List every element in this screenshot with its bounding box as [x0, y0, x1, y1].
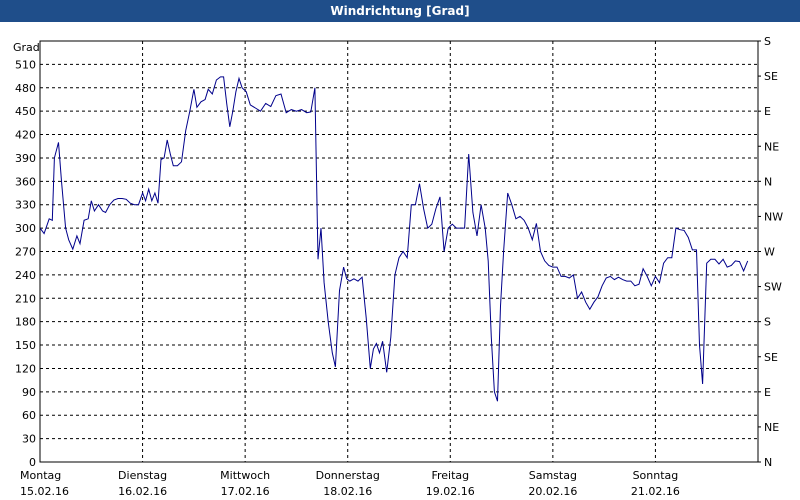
y-tick-label: 480 [15, 82, 36, 95]
right-tick-label: NW [764, 210, 783, 223]
x-date-label: 20.02.16 [528, 485, 577, 498]
right-tick-label: S [764, 35, 771, 48]
y-tick-label: 240 [15, 269, 36, 282]
x-date-label: 18.02.16 [323, 485, 372, 498]
y-tick-label: 390 [15, 152, 36, 165]
y-tick-label: 210 [15, 292, 36, 305]
right-tick-label: N [764, 175, 772, 188]
y-tick-label: 330 [15, 199, 36, 212]
x-date-label: 17.02.16 [221, 485, 270, 498]
y-tick-label: 300 [15, 222, 36, 235]
right-tick-label: NE [764, 421, 779, 434]
x-date-label: 19.02.16 [426, 485, 475, 498]
y-tick-label: 120 [15, 362, 36, 375]
x-day-label: Freitag [431, 469, 469, 482]
x-day-label: Sonntag [633, 469, 679, 482]
right-tick-label: SE [764, 70, 778, 83]
y-tick-label: 270 [15, 246, 36, 259]
right-tick-label: NE [764, 140, 779, 153]
right-tick-label: E [764, 386, 771, 399]
x-day-label: Samstag [529, 469, 577, 482]
y-tick-label: 60 [22, 409, 36, 422]
y-tick-label: 30 [22, 433, 36, 446]
x-date-label: 21.02.16 [631, 485, 680, 498]
x-date-label: 16.02.16 [118, 485, 167, 498]
x-day-label: Dienstag [118, 469, 167, 482]
right-tick-label: N [764, 456, 772, 469]
right-tick-label: SE [764, 351, 778, 364]
x-day-label: Mittwoch [220, 469, 270, 482]
right-tick-label: E [764, 105, 771, 118]
y-tick-label: 420 [15, 129, 36, 142]
right-tick-label: S [764, 316, 771, 329]
y-tick-label: 180 [15, 316, 36, 329]
right-tick-label: SW [764, 281, 782, 294]
right-tick-label: W [764, 246, 775, 259]
y-tick-label: 150 [15, 339, 36, 352]
y-tick-label: 90 [22, 386, 36, 399]
chart: Grad 0 30 60 90 120 150 180 210 240 270 300 330 360 3… [13, 35, 783, 498]
x-day-label: Montag [20, 469, 61, 482]
plot-frame [39, 40, 759, 463]
x-day-label: Donnerstag [316, 469, 380, 482]
series-line-wind-direction [39, 76, 749, 402]
y-tick-label: 450 [15, 105, 36, 118]
y-tick-label: 510 [15, 58, 36, 71]
x-date-label: 15.02.16 [20, 485, 69, 498]
y-tick-label: 360 [15, 175, 36, 188]
y-tick-label: 0 [29, 456, 36, 469]
y-axis-label: Grad [13, 41, 40, 54]
